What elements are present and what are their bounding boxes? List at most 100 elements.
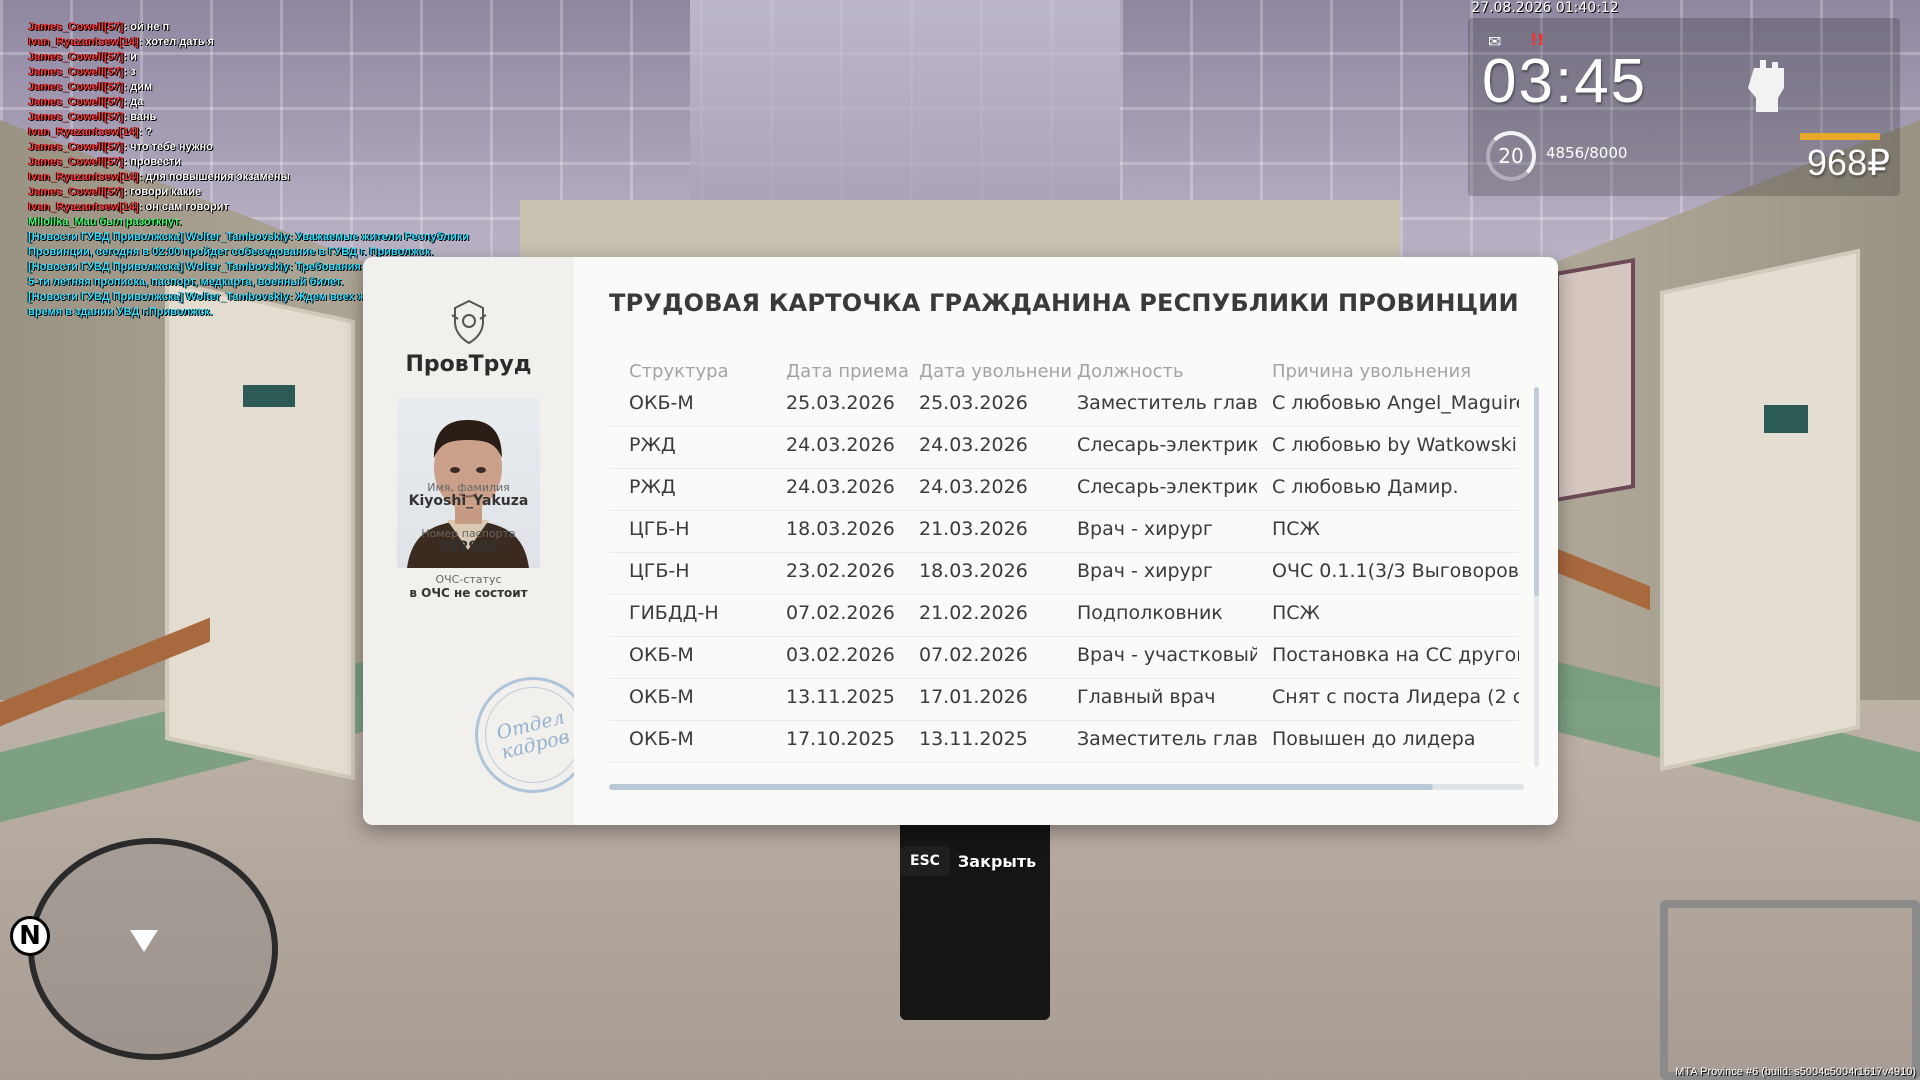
chat-text: : да xyxy=(123,96,144,108)
chat-line: James_Cowell[57]: з xyxy=(28,65,508,80)
chat-line: James_Cowell[57]: что тебе нужно xyxy=(28,140,508,155)
horizontal-scrollbar[interactable] xyxy=(609,784,1524,790)
organization-name: ПровТруд xyxy=(405,352,532,377)
cell-dismissal-date: 13.11.2025 xyxy=(919,728,1028,750)
cell-position: Слесарь-электрик xyxy=(1077,434,1257,456)
cell-reason: ПСЖ xyxy=(1272,602,1321,624)
cell-position: Врач - участковый xyxy=(1077,644,1257,666)
ceiling-light xyxy=(690,0,1120,220)
cell-position: Заместитель главног xyxy=(1077,392,1257,414)
cell-structure: ЦГБ-Н xyxy=(629,560,690,582)
cell-hire-date: 24.03.2026 xyxy=(786,434,895,456)
column-dismissal-date: Дата увольнени xyxy=(919,361,1073,382)
chat-nick: James_Cowell[57] xyxy=(28,21,124,33)
vertical-scrollbar[interactable] xyxy=(1534,387,1539,767)
cell-position: Слесарь-электрик xyxy=(1077,476,1257,498)
chat-line: James_Cowell[57]: вань xyxy=(28,110,508,125)
chat-line: Ivan_Ryazantsew[14]: для повышения экзам… xyxy=(28,170,508,185)
chat-text: : хотел дать я xyxy=(138,36,214,48)
fist-icon xyxy=(1748,60,1784,112)
chat-line: James_Cowell[57]: говори какие xyxy=(28,185,508,200)
hud-money: 968₽ xyxy=(1807,142,1890,183)
cell-hire-date: 13.11.2025 xyxy=(786,686,895,708)
table-row[interactable]: ОКБ-М 13.11.2025 17.01.2026 Главный врач Сня… xyxy=(609,679,1519,721)
horizontal-scrollbar-thumb[interactable] xyxy=(609,784,1433,790)
table-row[interactable]: ОКБ-М 25.03.2026 25.03.2026 Заместитель гла… xyxy=(609,385,1519,427)
card-title: ТРУДОВАЯ КАРТОЧКА ГРАЖДАНИНА РЕСПУБЛИКИ … xyxy=(609,289,1519,317)
cell-hire-date: 24.03.2026 xyxy=(786,476,895,498)
cell-hire-date: 25.03.2026 xyxy=(786,392,895,414)
citizen-name: Kiyoshi_Yakuza xyxy=(408,493,529,509)
card-sidebar: ПровТруд Имя, фамилия Kiyoshi_Yakuza Ном… xyxy=(363,257,604,825)
cell-hire-date: 18.03.2026 xyxy=(786,518,895,540)
hud-experience: 4856/8000 xyxy=(1546,144,1628,162)
chat-text: : говори какие xyxy=(123,186,202,198)
table-row[interactable]: ОКБ-М 03.02.2026 07.02.2026 Врач - участков… xyxy=(609,637,1519,679)
esc-key[interactable]: ESC xyxy=(900,846,950,876)
table-header: Структура Дата приема Дата увольнени Дол… xyxy=(609,361,1519,385)
cell-dismissal-date: 21.02.2026 xyxy=(919,602,1028,624)
hud-level: 20 xyxy=(1486,131,1536,181)
chat-text: : ? xyxy=(138,126,153,138)
cell-structure: ОКБ-М xyxy=(629,728,694,750)
ochs-status: в ОЧС не состоит xyxy=(409,586,528,600)
column-dismissal-reason: Причина увольнения xyxy=(1272,361,1472,382)
chat-line: Ivan_Ryazantsew[14]: он сам говорит xyxy=(28,200,508,215)
employment-table[interactable]: ОКБ-М 25.03.2026 25.03.2026 Заместитель гла… xyxy=(609,385,1519,767)
hud-datetime: 27.08.2026 01:40:12 xyxy=(1471,0,1619,16)
chat-text: : ой не п xyxy=(123,21,170,33)
cell-dismissal-date: 17.01.2026 xyxy=(919,686,1028,708)
ochs-label: ОЧС-статус xyxy=(435,573,502,586)
chat-text: : вань xyxy=(123,111,157,123)
wall-poster xyxy=(1555,257,1635,503)
table-row[interactable]: ОКБ-М 17.10.2025 13.11.2025 Заместитель гла… xyxy=(609,721,1519,763)
player-marker-icon xyxy=(130,930,158,952)
chat-system-message: Milolika_Mau был разоткнут. xyxy=(28,216,182,228)
cell-structure: ОКБ-М xyxy=(629,644,694,666)
cell-dismissal-date: 25.03.2026 xyxy=(919,392,1028,414)
cell-hire-date: 07.02.2026 xyxy=(786,602,895,624)
close-button[interactable]: Закрыть xyxy=(958,852,1036,871)
cell-reason: Снят с поста Лидера (2 срока) xyxy=(1272,686,1519,708)
cell-reason: Постановка на СС другой фракции xyxy=(1272,644,1519,666)
chat-nick: Ivan_Ryazantsew[14] xyxy=(28,36,139,48)
cell-position: Подполковник xyxy=(1077,602,1223,624)
cell-dismissal-date: 21.03.2026 xyxy=(919,518,1028,540)
chat-line: Ivan_Ryazantsew[14]: ? xyxy=(28,125,508,140)
chat-nick: Ivan_Ryazantsew[14] xyxy=(28,126,139,138)
cell-dismissal-date: 24.03.2026 xyxy=(919,476,1028,498)
chat-text: : для повышения экзамены xyxy=(138,171,290,183)
chat-news: [Новости ГУВД Приволжска] Wolter_Tambovs… xyxy=(28,231,469,258)
cell-structure: РЖД xyxy=(629,476,676,498)
waiting-chair xyxy=(1660,900,1920,1080)
table-row[interactable]: ЦГБ-Н 23.02.2026 18.03.2026 Врач - хирург ОЧ… xyxy=(609,553,1519,595)
cell-position: Врач - хирург xyxy=(1077,518,1213,540)
chat-line: James_Cowell[57]: и xyxy=(28,50,508,65)
chat-text: : и xyxy=(123,51,137,63)
cell-reason: ПСЖ xyxy=(1272,518,1321,540)
cell-hire-date: 23.02.2026 xyxy=(786,560,895,582)
cell-reason: С любовью Дамир. xyxy=(1272,476,1459,498)
table-row[interactable]: РЖД 24.03.2026 24.03.2026 Слесарь-электрик С… xyxy=(609,469,1519,511)
table-row[interactable]: ЦГБ-Н 18.03.2026 21.03.2026 Врач - хирург ПС… xyxy=(609,511,1519,553)
chat-text: : дим xyxy=(123,81,152,93)
coat-of-arms-icon xyxy=(451,299,487,345)
table-row[interactable]: ГИБДД-Н 07.02.2026 21.02.2026 Подполковник П… xyxy=(609,595,1519,637)
table-row[interactable]: РЖД 24.03.2026 24.03.2026 Слесарь-электрик С… xyxy=(609,427,1519,469)
cell-hire-date: 03.02.2026 xyxy=(786,644,895,666)
chat-nick: James_Cowell[57] xyxy=(28,156,124,168)
cell-structure: ЦГБ-Н xyxy=(629,518,690,540)
minimap-north: N xyxy=(10,916,50,956)
cell-dismissal-date: 07.02.2026 xyxy=(919,644,1028,666)
chat-nick: Ivan_Ryazantsew[14] xyxy=(28,201,139,213)
close-hint[interactable]: ESC Закрыть xyxy=(900,845,1036,877)
door-right xyxy=(1660,248,1860,772)
vertical-scrollbar-thumb[interactable] xyxy=(1534,387,1539,596)
chat-line: Ivan_Ryazantsew[14]: хотел дать я xyxy=(28,35,508,50)
cell-dismissal-date: 24.03.2026 xyxy=(919,434,1028,456)
hud-time: 03:45 xyxy=(1482,47,1648,116)
hud-stamina-bar xyxy=(1800,133,1880,140)
cell-dismissal-date: 18.03.2026 xyxy=(919,560,1028,582)
chat-line: James_Cowell[57]: ой не п xyxy=(28,20,508,35)
chat-nick: James_Cowell[57] xyxy=(28,81,124,93)
